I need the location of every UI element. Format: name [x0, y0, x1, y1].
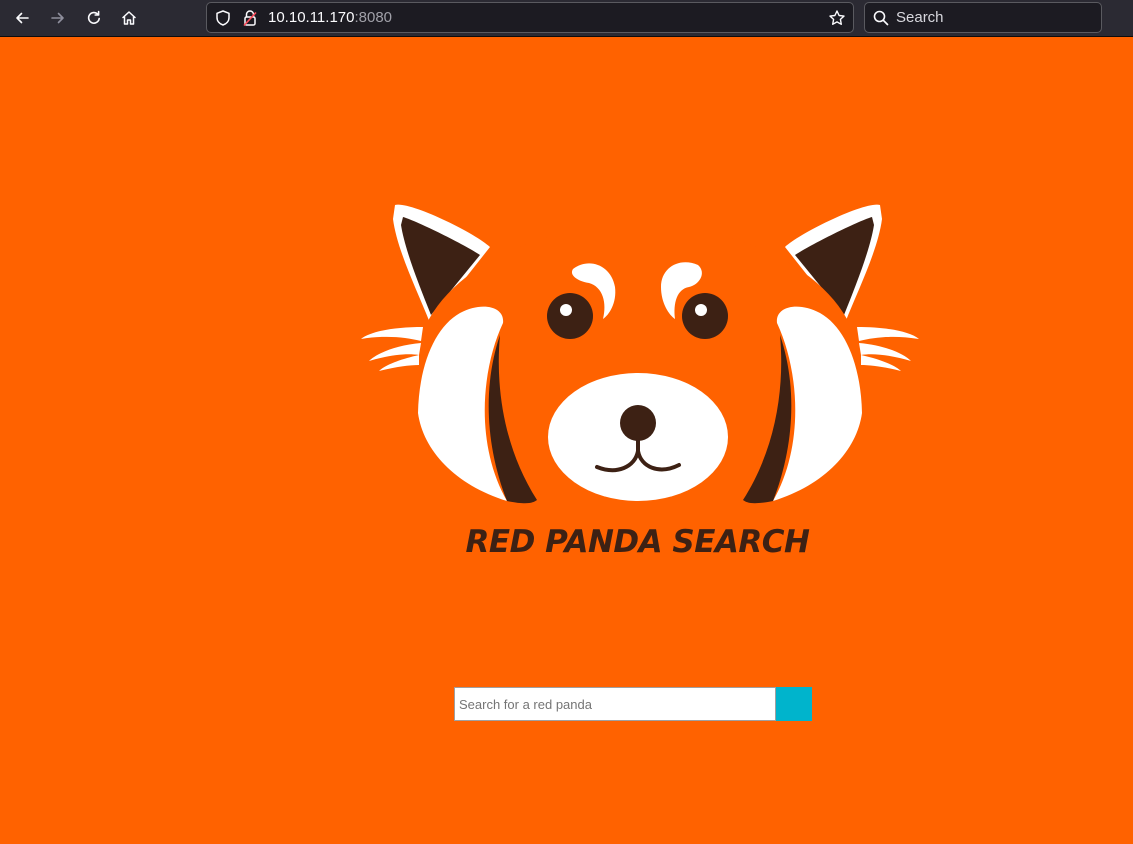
back-arrow-icon	[16, 12, 29, 24]
browser-toolbar: 10.10.11.170:8080 Search	[0, 0, 1133, 37]
shield-icon[interactable]	[214, 9, 232, 27]
search-input[interactable]	[454, 687, 776, 721]
bookmark-star-icon[interactable]	[828, 9, 846, 27]
browser-search-bar[interactable]: Search	[864, 2, 1102, 33]
right-whiskers	[857, 327, 919, 371]
url-host: 10.10.11.170	[268, 9, 355, 26]
left-whiskers	[361, 327, 423, 371]
insecure-lock-icon[interactable]	[241, 9, 259, 27]
left-eye	[547, 293, 593, 339]
reload-icon	[87, 10, 100, 24]
home-icon	[122, 11, 136, 25]
browser-search-placeholder: Search	[896, 9, 944, 26]
url-text[interactable]: 10.10.11.170:8080	[268, 9, 392, 26]
page-title: RED PANDA SEARCH	[465, 524, 810, 560]
search-submit-button[interactable]	[776, 687, 812, 721]
forward-arrow-icon	[51, 12, 64, 24]
search-icon	[872, 9, 890, 27]
url-port: :8080	[354, 9, 393, 26]
right-eye	[682, 293, 728, 339]
home-button[interactable]	[114, 4, 144, 32]
red-panda-logo	[361, 204, 919, 509]
nose-round	[620, 405, 656, 441]
search-form	[454, 687, 812, 721]
back-button[interactable]	[7, 4, 37, 32]
address-bar[interactable]: 10.10.11.170:8080	[206, 2, 854, 33]
reload-button[interactable]	[79, 4, 109, 32]
forward-button[interactable]	[43, 4, 73, 32]
